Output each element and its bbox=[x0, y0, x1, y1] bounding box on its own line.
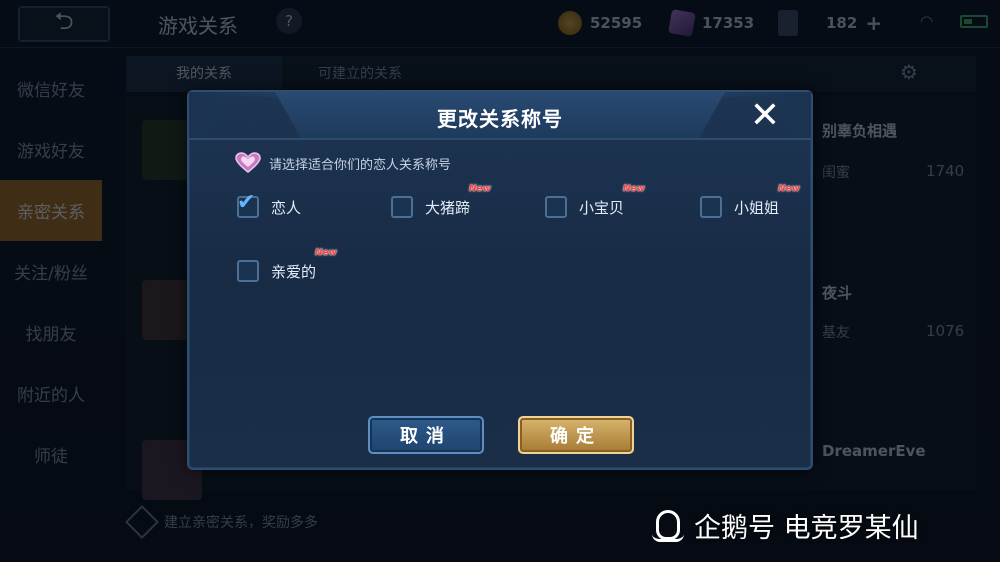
prompt-text: 请选择适合你们的恋人关系称号 bbox=[269, 157, 452, 173]
confirm-button[interactable]: 确定 bbox=[518, 416, 634, 454]
watermark-text: 企鹅号 电竞罗某仙 bbox=[694, 513, 919, 544]
penguin-icon bbox=[652, 508, 684, 544]
dialog-title: 更改关系称号 bbox=[437, 107, 563, 131]
new-badge: New bbox=[469, 183, 491, 194]
close-icon[interactable]: ✕ bbox=[747, 98, 783, 134]
option-label: 大猪蹄 New bbox=[425, 184, 491, 218]
cancel-button[interactable]: 取消 bbox=[368, 416, 484, 454]
heart-icon bbox=[235, 152, 261, 174]
title-options: ✔ 恋人 大猪蹄 New 小宝贝 New 小姐姐 New 亲爱的 New bbox=[237, 184, 800, 334]
header-divider bbox=[189, 138, 811, 140]
option-miss[interactable]: 小姐姐 New bbox=[700, 184, 800, 220]
option-big-pig-trotter[interactable]: 大猪蹄 New bbox=[391, 184, 491, 220]
new-badge: New bbox=[623, 183, 645, 194]
option-label: 恋人 bbox=[271, 198, 302, 217]
option-little-baby[interactable]: 小宝贝 New bbox=[545, 184, 645, 220]
checkbox[interactable]: ✔ bbox=[237, 192, 259, 218]
option-text: 大猪蹄 bbox=[425, 198, 471, 217]
check-icon: ✔ bbox=[237, 190, 256, 215]
checkbox[interactable] bbox=[700, 196, 722, 218]
option-text: 小姐姐 bbox=[734, 198, 780, 217]
change-title-dialog: 更改关系称号 ✕ 请选择适合你们的恋人关系称号 ✔ 恋人 大猪蹄 New 小宝贝… bbox=[187, 90, 813, 470]
option-darling[interactable]: 亲爱的 New bbox=[237, 248, 337, 284]
option-text: 小宝贝 bbox=[579, 198, 625, 217]
checkbox[interactable] bbox=[237, 260, 259, 282]
checkbox[interactable] bbox=[391, 196, 413, 218]
checkbox[interactable] bbox=[545, 196, 567, 218]
new-badge: New bbox=[315, 247, 337, 258]
option-label: 小宝贝 New bbox=[579, 184, 645, 218]
watermark: 企鹅号 电竞罗某仙 bbox=[652, 506, 919, 545]
option-label: 亲爱的 New bbox=[271, 248, 337, 282]
dialog-header: 更改关系称号 ✕ bbox=[189, 92, 811, 140]
option-label: 小姐姐 New bbox=[734, 184, 800, 218]
option-text: 亲爱的 bbox=[271, 262, 317, 281]
option-lover[interactable]: ✔ 恋人 bbox=[237, 192, 302, 220]
prompt-row: 请选择适合你们的恋人关系称号 bbox=[235, 152, 451, 174]
new-badge: New bbox=[778, 183, 800, 194]
